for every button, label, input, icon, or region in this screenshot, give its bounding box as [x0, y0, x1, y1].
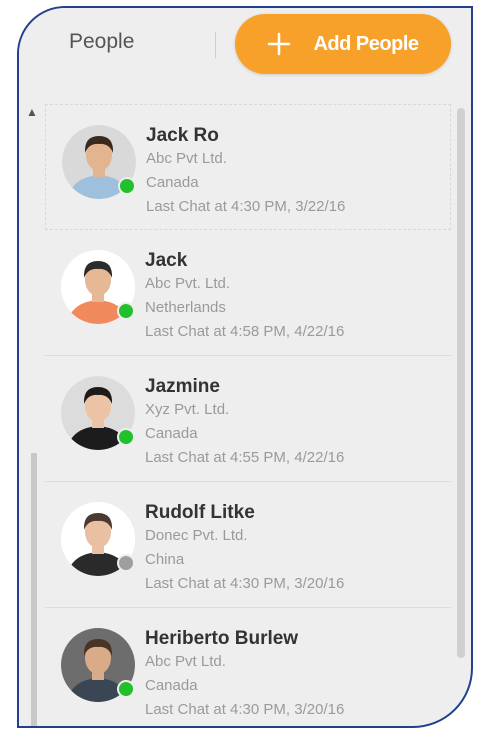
list-item[interactable]: Rudolf Litke Donec Pvt. Ltd. China Last Cha…: [45, 482, 451, 608]
person-name: Jazmine: [145, 376, 220, 397]
person-last-chat: Last Chat at 4:30 PM, 3/20/16: [145, 701, 345, 718]
scroll-up-arrow-icon[interactable]: ▲: [25, 106, 39, 118]
person-company: Abc Pvt Ltd.: [145, 653, 226, 670]
person-country: Canada: [145, 677, 198, 694]
status-indicator: [117, 680, 135, 698]
person-last-chat: Last Chat at 4:55 PM, 4/22/16: [145, 449, 345, 466]
add-people-button[interactable]: Add People: [235, 14, 451, 74]
person-info: Jazmine Xyz Pvt. Ltd. Canada Last Chat at 4…: [145, 376, 344, 470]
person-info: Jack Ro Abc Pvt Ltd. Canada Last Chat at 4:…: [146, 125, 345, 219]
person-country: Canada: [146, 174, 199, 191]
add-people-label: Add People: [313, 32, 419, 55]
person-country: China: [145, 551, 185, 568]
panel-header: People Add People: [19, 8, 471, 100]
status-indicator: [117, 428, 135, 446]
person-last-chat: Last Chat at 4:30 PM, 3/20/16: [145, 575, 345, 592]
person-company: Abc Pvt Ltd.: [146, 150, 227, 167]
person-name: Jack Ro: [146, 125, 219, 146]
list-item[interactable]: Jack Abc Pvt. Ltd. Netherlands Last Chat at…: [45, 230, 451, 356]
person-company: Abc Pvt. Ltd.: [145, 275, 231, 292]
avatar-container: [61, 376, 135, 450]
plus-icon: [268, 32, 291, 56]
person-info: Jack Abc Pvt. Ltd. Netherlands Last Chat at…: [145, 250, 344, 344]
list-item[interactable]: Heriberto Burlew Abc Pvt Ltd. Canada Last C…: [45, 608, 451, 726]
list-item[interactable]: Jazmine Xyz Pvt. Ltd. Canada Last Chat at 4…: [45, 356, 451, 482]
status-indicator: [118, 177, 136, 195]
list-item[interactable]: Jack Ro Abc Pvt Ltd. Canada Last Chat at 4:…: [45, 104, 451, 230]
person-last-chat: Last Chat at 4:58 PM, 4/22/16: [145, 323, 345, 340]
status-indicator: [117, 302, 135, 320]
page-title: People: [69, 30, 135, 53]
avatar-container: [62, 125, 136, 199]
person-info: Heriberto Burlew Abc Pvt Ltd. Canada Last C…: [145, 628, 344, 722]
person-name: Rudolf Litke: [145, 502, 255, 523]
person-company: Donec Pvt. Ltd.: [145, 527, 248, 544]
people-panel: People Add People ▲ Jack Ro Abc Pvt Ltd. C…: [17, 6, 473, 728]
status-indicator: [117, 554, 135, 572]
person-last-chat: Last Chat at 4:30 PM, 3/22/16: [146, 198, 346, 215]
left-scrollbar[interactable]: [31, 453, 37, 726]
avatar-container: [61, 628, 135, 702]
person-name: Heriberto Burlew: [145, 628, 299, 649]
person-info: Rudolf Litke Donec Pvt. Ltd. China Last Cha…: [145, 502, 344, 596]
person-country: Netherlands: [145, 299, 226, 316]
person-name: Jack: [145, 250, 188, 271]
list-scrollbar[interactable]: [457, 108, 465, 658]
person-company: Xyz Pvt. Ltd.: [145, 401, 230, 418]
header-divider: [215, 32, 216, 58]
people-list: Jack Ro Abc Pvt Ltd. Canada Last Chat at 4:…: [45, 104, 451, 726]
person-country: Canada: [145, 425, 198, 442]
avatar-container: [61, 250, 135, 324]
avatar-container: [61, 502, 135, 576]
